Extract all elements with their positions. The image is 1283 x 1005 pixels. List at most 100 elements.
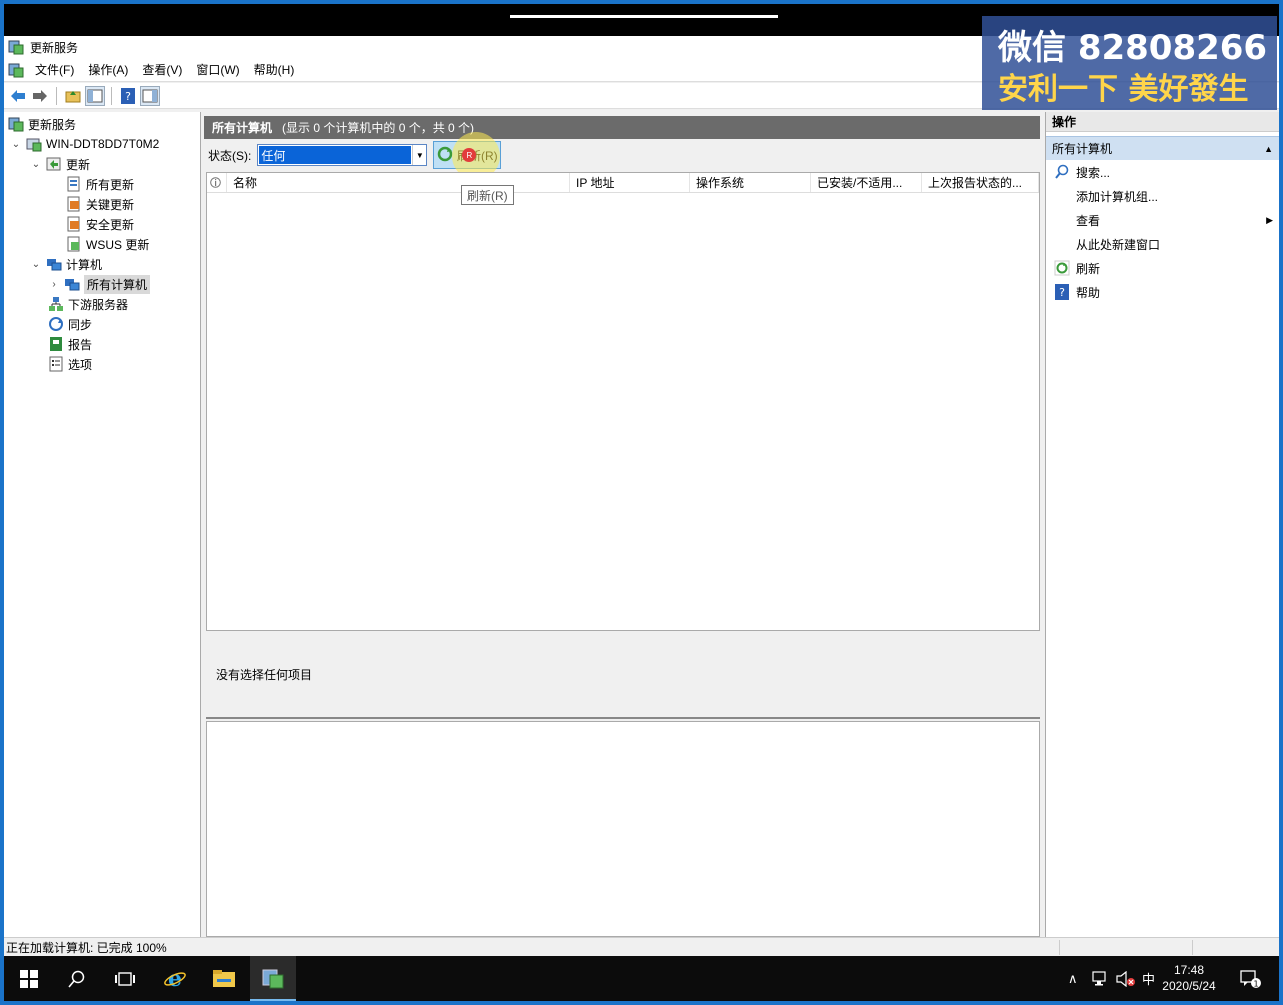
menu-view[interactable]: 查看(V) xyxy=(135,61,189,78)
network-icon[interactable] xyxy=(1092,956,1110,1001)
wsus-taskbar-icon[interactable] xyxy=(250,956,296,1001)
action-view[interactable]: 查看 ▶ xyxy=(1046,208,1279,232)
tree-node-all-computers[interactable]: › 所有计算机 xyxy=(48,274,151,294)
action-refresh[interactable]: 刷新 xyxy=(1046,256,1279,280)
tree-node-security-updates[interactable]: 安全更新 xyxy=(66,214,134,234)
results-pane: 所有计算机 (显示 0 个计算机中的 0 个，共 0 个) 状态(S): 任何 … xyxy=(204,112,1040,937)
status-dropdown-value: 任何 xyxy=(259,146,412,164)
column-os[interactable]: 操作系统 xyxy=(690,173,811,192)
show-hide-console-tree-icon[interactable] xyxy=(85,85,105,106)
computers-list[interactable]: 名称 IP 地址 操作系统 已安装/不适用... 上次报告状态的... xyxy=(206,172,1040,631)
computers-icon xyxy=(46,256,62,272)
downstream-server-icon xyxy=(48,296,64,312)
action-label: 查看 xyxy=(1076,213,1101,228)
actions-section-label: 所有计算机 xyxy=(1052,142,1113,156)
chevron-down-icon[interactable]: ⌄ xyxy=(10,139,22,150)
critical-update-icon xyxy=(66,196,82,212)
tree-label: 所有更新 xyxy=(86,177,135,192)
tree-label: 关键更新 xyxy=(86,197,135,212)
wsus-icon xyxy=(8,116,24,132)
tree-node-reports[interactable]: 报告 xyxy=(48,334,92,354)
watermark-line-2: 安利一下 美好發生 xyxy=(998,72,1249,107)
screen-frame: 更新服务 文件(F) 操作(A) 查看(V) 窗口(W) 帮助(H) ? 更新服… xyxy=(4,4,1279,1001)
tree-label: 所有计算机 xyxy=(84,274,151,294)
action-new-window[interactable]: 从此处新建窗口 xyxy=(1046,232,1279,256)
up-folder-icon[interactable] xyxy=(63,86,83,106)
security-update-icon xyxy=(66,216,82,232)
column-last-report[interactable]: 上次报告状态的... xyxy=(922,173,1039,192)
status-label: 状态(S): xyxy=(208,148,252,163)
show-hide-action-pane-icon[interactable] xyxy=(140,85,160,106)
clock-time: 17:48 xyxy=(1173,963,1205,977)
tooltip: 刷新(R) xyxy=(461,185,514,205)
internet-explorer-icon[interactable]: e xyxy=(152,956,198,1001)
mmc-menu-icon[interactable] xyxy=(8,62,24,78)
tree-node-update-services[interactable]: 更新服务 xyxy=(8,114,76,134)
start-windows-icon[interactable] xyxy=(6,956,52,1001)
column-name[interactable]: 名称 xyxy=(227,173,570,192)
search-icon xyxy=(1054,164,1070,180)
list-header: 名称 IP 地址 操作系统 已安装/不适用... 上次报告状态的... xyxy=(207,173,1039,193)
search-icon[interactable] xyxy=(54,956,100,1001)
collapse-up-icon[interactable]: ▲ xyxy=(1264,144,1273,154)
actions-section-all-computers[interactable]: 所有计算机 ▲ xyxy=(1046,136,1279,160)
notification-center-icon[interactable]: 1 xyxy=(1240,956,1262,1001)
tree-label: 更新 xyxy=(66,157,91,172)
chevron-down-icon[interactable]: ▼ xyxy=(412,145,426,165)
svg-text:?: ? xyxy=(1059,286,1065,299)
tree-node-server[interactable]: ⌄ WIN-DDT8DD7T0M2 xyxy=(10,134,159,154)
menu-window[interactable]: 窗口(W) xyxy=(189,61,246,78)
status-dropdown[interactable]: 任何 ▼ xyxy=(257,144,428,166)
task-view-icon[interactable] xyxy=(102,956,148,1001)
refresh-button-label: 刷新(R) xyxy=(457,148,498,163)
volume-muted-icon[interactable] xyxy=(1116,956,1136,1001)
notification-count: 1 xyxy=(1253,979,1258,988)
status-separator xyxy=(1192,940,1193,955)
status-separator xyxy=(1059,940,1060,955)
submenu-arrow-icon: ▶ xyxy=(1266,214,1273,225)
column-installed[interactable]: 已安装/不适用... xyxy=(811,173,922,192)
chevron-down-icon[interactable]: ⌄ xyxy=(30,259,42,270)
help-icon: ? xyxy=(1054,284,1070,300)
info-column-icon[interactable] xyxy=(207,173,227,192)
action-label: 从此处新建窗口 xyxy=(1076,237,1161,252)
back-arrow-icon[interactable] xyxy=(8,86,28,106)
tree-node-options[interactable]: 选项 xyxy=(48,354,92,374)
action-label: 搜索... xyxy=(1076,165,1111,180)
tree-label: WSUS 更新 xyxy=(86,237,150,252)
taskbar-clock[interactable]: 17:48 2020/5/24 xyxy=(1154,962,1224,994)
tree-node-downstream-servers[interactable]: 下游服务器 xyxy=(48,294,128,314)
tree-node-all-updates[interactable]: 所有更新 xyxy=(66,174,134,194)
forward-arrow-icon[interactable] xyxy=(30,86,50,106)
updates-folder-icon xyxy=(46,156,62,172)
column-ip[interactable]: IP 地址 xyxy=(570,173,690,192)
tree-node-updates[interactable]: ⌄ 更新 xyxy=(30,154,90,174)
action-help[interactable]: ? 帮助 xyxy=(1046,280,1279,304)
tree-node-synchronizations[interactable]: 同步 xyxy=(48,314,92,334)
tree-node-wsus-updates[interactable]: WSUS 更新 xyxy=(66,234,149,254)
refresh-icon xyxy=(1054,260,1070,276)
reports-icon xyxy=(48,336,64,352)
file-explorer-icon[interactable] xyxy=(201,956,247,1001)
actions-header: 操作 xyxy=(1046,112,1279,132)
refresh-button[interactable]: 刷新(R) R xyxy=(433,132,502,180)
chevron-down-icon[interactable]: ⌄ xyxy=(30,159,42,170)
action-add-computer-group[interactable]: 添加计算机组... xyxy=(1046,184,1279,208)
status-text: 正在加载计算机: 已完成 100% xyxy=(6,940,167,955)
tree-label: 下游服务器 xyxy=(68,297,129,312)
status-bar: 正在加载计算机: 已完成 100% xyxy=(4,937,1279,956)
mmc-window: 更新服务 文件(F) 操作(A) 查看(V) 窗口(W) 帮助(H) ? 更新服… xyxy=(4,36,1279,956)
tree-node-computers[interactable]: ⌄ 计算机 xyxy=(30,254,102,274)
menu-action[interactable]: 操作(A) xyxy=(81,61,135,78)
svg-text:?: ? xyxy=(125,90,131,103)
menu-help[interactable]: 帮助(H) xyxy=(247,61,302,78)
tree-node-critical-updates[interactable]: 关键更新 xyxy=(66,194,134,214)
help-icon[interactable]: ? xyxy=(118,86,138,106)
wsus-update-icon xyxy=(66,236,82,252)
tree-label: 选项 xyxy=(68,357,93,372)
action-search[interactable]: 搜索... xyxy=(1046,160,1279,184)
chevron-right-icon[interactable]: › xyxy=(48,279,60,290)
menu-file[interactable]: 文件(F) xyxy=(28,61,81,78)
show-hidden-icons-chevron-icon[interactable]: ∧ xyxy=(1068,956,1078,1001)
computer-group-icon xyxy=(64,276,80,292)
